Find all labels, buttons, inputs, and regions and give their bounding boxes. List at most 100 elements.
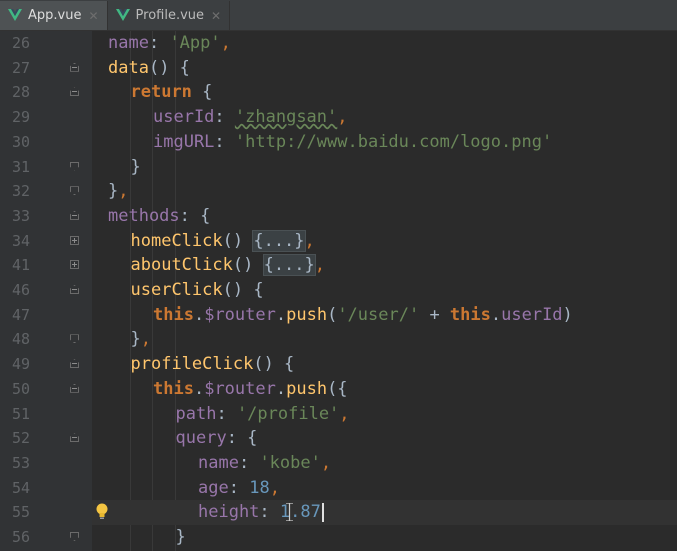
code-token: () { bbox=[222, 280, 264, 300]
close-icon[interactable]: ✕ bbox=[88, 9, 98, 23]
code-line[interactable]: 31} bbox=[0, 155, 677, 180]
code-line[interactable]: 32}, bbox=[0, 179, 677, 204]
code-line[interactable]: 47 this.$router.push('/user/' + this.user… bbox=[0, 303, 677, 328]
collapse-fold-icon[interactable] bbox=[70, 383, 79, 393]
tab-profile-vue[interactable]: Profile.vue ✕ bbox=[108, 1, 231, 30]
code-token: , bbox=[220, 33, 231, 53]
line-number: 41 bbox=[11, 256, 30, 275]
editor-tab-bar: App.vue ✕ Profile.vue ✕ bbox=[0, 0, 677, 31]
vue-file-icon bbox=[115, 9, 130, 21]
line-number: 26 bbox=[11, 34, 30, 52]
code-token: , bbox=[304, 230, 315, 251]
line-number: 28 bbox=[11, 83, 30, 102]
lightbulb-icon[interactable] bbox=[95, 502, 109, 522]
code-token: : { bbox=[179, 205, 211, 226]
code-line[interactable]: 29 userId: 'zhangsan', bbox=[0, 105, 677, 130]
code-line[interactable]: 28 return { bbox=[0, 80, 677, 105]
expand-fold-icon[interactable] bbox=[70, 235, 79, 245]
collapse-fold-icon[interactable] bbox=[70, 87, 79, 97]
current-line-highlight bbox=[92, 500, 677, 526]
line-number: 54 bbox=[11, 478, 30, 497]
code-token: '/user/' bbox=[337, 304, 420, 325]
line-number: 30 bbox=[11, 132, 30, 151]
close-icon[interactable]: ✕ bbox=[211, 9, 221, 23]
code-line[interactable]: 51 path: '/profile', bbox=[0, 402, 677, 427]
collapse-fold-icon[interactable] bbox=[70, 186, 79, 196]
code-token: push bbox=[286, 304, 328, 325]
code-line[interactable]: 56} bbox=[0, 525, 677, 550]
vue-file-icon bbox=[8, 9, 22, 21]
collapse-fold-icon[interactable] bbox=[70, 285, 79, 294]
code-line[interactable]: 49 profileClick() { bbox=[0, 352, 677, 377]
tab-label: App.vue bbox=[28, 8, 82, 23]
code-token: userId bbox=[501, 304, 563, 325]
code-line[interactable]: 27 data() { bbox=[0, 56, 677, 81]
code-text: this.$router.push('/user/' + this.userId… bbox=[153, 303, 573, 328]
collapse-fold-icon[interactable] bbox=[70, 532, 79, 541]
code-line[interactable]: 46 userClick() { bbox=[0, 278, 677, 303]
code-token: : bbox=[148, 33, 170, 53]
tab-label: Profile.vue bbox=[135, 8, 205, 23]
code-token: () { bbox=[148, 57, 190, 78]
code-token: } bbox=[130, 156, 141, 177]
code-editor[interactable]: 26 name: 'App', 27 data() {28 return {29 user… bbox=[0, 31, 677, 551]
code-line[interactable]: 34 homeClick() {...}, bbox=[0, 229, 677, 254]
code-token: userClick bbox=[130, 280, 223, 300]
code-token: $router bbox=[204, 304, 276, 325]
collapse-fold-icon[interactable] bbox=[70, 210, 79, 220]
code-text: profileClick() { bbox=[131, 352, 295, 377]
code-line[interactable]: 52 query: { bbox=[0, 426, 677, 451]
code-token: name bbox=[108, 33, 149, 53]
code-text: userId: 'zhangsan', bbox=[153, 105, 348, 130]
code-token: homeClick bbox=[130, 230, 223, 251]
code-token: () bbox=[232, 255, 264, 276]
code-line[interactable]: 54 age: 18, bbox=[0, 476, 677, 501]
code-token: 'zhangsan' bbox=[234, 107, 338, 128]
code-text: path: '/profile', bbox=[176, 402, 350, 427]
code-text: name: 'kobe', bbox=[198, 451, 331, 476]
line-number: 50 bbox=[11, 379, 30, 398]
code-token: , bbox=[339, 403, 350, 424]
code-token: { bbox=[191, 82, 213, 103]
code-token: ( bbox=[327, 304, 338, 325]
line-number: 32 bbox=[11, 182, 30, 201]
collapse-fold-icon[interactable] bbox=[70, 359, 79, 369]
line-number: 53 bbox=[11, 453, 30, 472]
code-line[interactable]: 55 height: 1.87 bbox=[0, 500, 677, 526]
code-line[interactable]: 26 name: 'App', bbox=[0, 31, 677, 56]
collapse-fold-icon[interactable] bbox=[70, 433, 79, 443]
code-token: this bbox=[449, 304, 491, 325]
code-line[interactable]: 50 this.$router.push({ bbox=[0, 377, 677, 402]
line-number: 34 bbox=[11, 231, 30, 250]
code-line[interactable]: 48}, bbox=[0, 327, 677, 352]
code-line[interactable]: 53 name: 'kobe', bbox=[0, 451, 677, 476]
code-token: ({ bbox=[327, 378, 348, 399]
code-token: 18 bbox=[249, 477, 270, 498]
code-token: : bbox=[238, 452, 260, 473]
code-token: . bbox=[275, 304, 287, 325]
tab-app-vue[interactable]: App.vue ✕ bbox=[0, 1, 108, 30]
code-line[interactable]: 33 methods: { bbox=[0, 204, 677, 229]
code-token: return bbox=[130, 82, 192, 103]
line-number: 51 bbox=[11, 404, 30, 423]
code-token: aboutClick bbox=[130, 255, 233, 276]
code-token: name bbox=[198, 452, 239, 473]
collapse-fold-icon[interactable] bbox=[70, 161, 79, 171]
line-number: 48 bbox=[11, 330, 30, 349]
text-caret bbox=[321, 502, 324, 522]
collapse-fold-icon[interactable] bbox=[70, 334, 79, 344]
line-number: 33 bbox=[11, 206, 30, 225]
code-line[interactable]: 41 aboutClick() {...}, bbox=[0, 253, 677, 278]
code-token: 'http://www.baidu.com/logo.png' bbox=[234, 131, 553, 152]
collapse-fold-icon[interactable] bbox=[70, 62, 79, 72]
code-token: userId bbox=[153, 107, 215, 128]
code-token: 'App' bbox=[169, 33, 221, 53]
code-token: profileClick bbox=[130, 354, 254, 375]
code-text: name: 'App', bbox=[108, 31, 231, 56]
expand-fold-icon[interactable] bbox=[70, 260, 79, 270]
code-token: . bbox=[490, 304, 502, 325]
code-line[interactable]: 30 imgURL: 'http://www.baidu.com/logo.png… bbox=[0, 130, 677, 155]
line-number: 47 bbox=[11, 305, 30, 324]
code-token: , bbox=[118, 181, 129, 202]
code-token: path bbox=[175, 403, 217, 424]
